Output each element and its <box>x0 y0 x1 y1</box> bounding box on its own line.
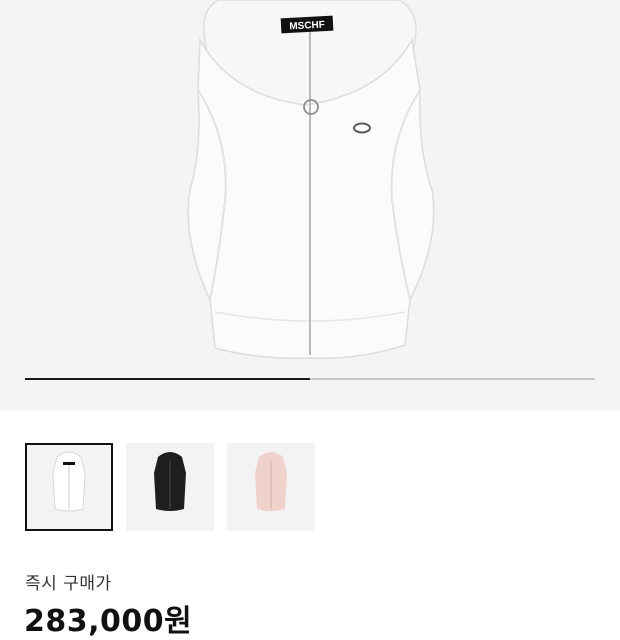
brand-tag-text: MSCHF <box>289 20 325 33</box>
pink-vest-thumbnail-image <box>255 452 287 511</box>
gallery-progress-bar <box>25 378 595 380</box>
black-vest-thumbnail-image <box>154 452 186 511</box>
instant-buy-label: 즉시 구매가 <box>25 574 112 594</box>
gallery-progress-fill <box>25 378 310 380</box>
thumbnail-black[interactable] <box>126 443 214 531</box>
thumbnail-white[interactable] <box>25 443 113 531</box>
instant-buy-price: 283,000원 <box>24 604 193 639</box>
thumbnail-pink[interactable] <box>227 443 315 531</box>
hooded-vest-image: MSCHF <box>187 0 435 360</box>
product-image-area[interactable]: MSCHF <box>0 0 620 411</box>
white-vest-thumbnail-image <box>52 451 86 512</box>
